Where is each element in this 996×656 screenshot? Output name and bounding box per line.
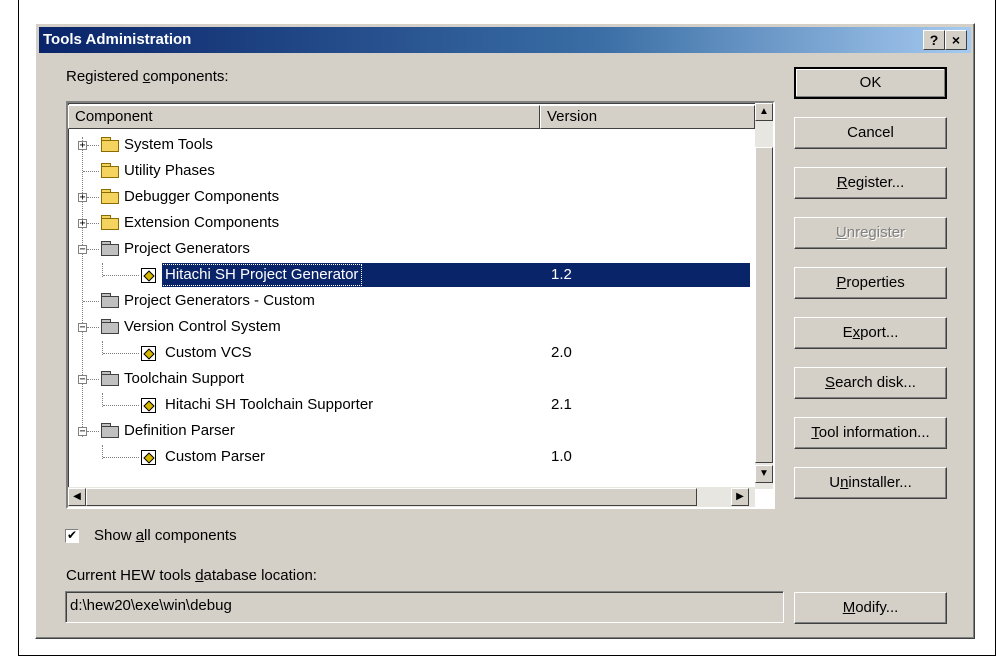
tree-row-project-generators-custom[interactable]: Project Generators - Custom (70, 289, 750, 314)
folder-closed-icon (101, 293, 119, 308)
component-name: Project Generators - Custom (124, 292, 315, 309)
export-button[interactable]: Export... (794, 317, 947, 349)
tree-line (103, 275, 139, 277)
expand-plus-icon[interactable]: + (78, 193, 87, 203)
component-version: 1.2 (551, 266, 572, 283)
scroll-right-icon[interactable]: ▶ (731, 488, 749, 506)
component-name: Debugger Components (124, 188, 280, 205)
column-header-version[interactable]: Version (540, 105, 755, 129)
component-icon (141, 268, 156, 283)
tree-row-toolchain-support[interactable]: − Toolchain Support (70, 367, 750, 392)
tree-line (83, 301, 99, 303)
collapse-minus-icon[interactable]: − (78, 427, 87, 437)
unregister-button: Unregister (794, 217, 947, 249)
component-name: Custom Parser (165, 448, 266, 465)
uninstaller-button[interactable]: Uninstaller... (794, 467, 947, 499)
component-version: 2.0 (551, 344, 572, 361)
dialog-title: Tools Administration (43, 31, 192, 48)
tree-line (87, 223, 99, 225)
tree-row-extension-components[interactable]: + Extension Components (70, 211, 750, 236)
tree-row-custom-vcs[interactable]: Custom VCS 2.0 (70, 341, 750, 366)
component-name: Utility Phases (124, 162, 215, 179)
column-header-component[interactable]: Component (68, 105, 540, 129)
folder-closed-icon (101, 189, 119, 204)
tree-row-hitachi-sh-project-generator[interactable]: Hitachi SH Project Generator 1.2 (70, 263, 750, 288)
tree-line (87, 249, 99, 251)
components-listview[interactable]: Component Version + System Tools Utility… (66, 101, 775, 509)
search-disk-button[interactable]: Search disk... (794, 367, 947, 399)
tree-rows: + System Tools Utility Phases + Debugger… (70, 131, 757, 486)
component-version: 2.1 (551, 396, 572, 413)
tree-line (87, 145, 99, 147)
tree-line (87, 197, 99, 199)
component-icon (141, 450, 156, 465)
registered-components-label: Registered components: (66, 68, 229, 85)
expand-plus-icon[interactable]: + (78, 141, 87, 151)
collapse-minus-icon[interactable]: − (78, 375, 87, 385)
show-all-components-label[interactable]: Show all components (94, 527, 237, 544)
tree-row-version-control-system[interactable]: − Version Control System (70, 315, 750, 340)
tree-line (103, 353, 139, 355)
horizontal-scroll-thumb[interactable] (86, 488, 697, 506)
vertical-scroll-thumb[interactable] (755, 147, 773, 463)
folder-closed-icon (101, 215, 119, 230)
collapse-minus-icon[interactable]: − (78, 245, 87, 255)
tree-row-custom-parser[interactable]: Custom Parser 1.0 (70, 445, 750, 470)
component-icon (141, 398, 156, 413)
scroll-left-icon[interactable]: ◀ (68, 488, 86, 506)
component-name: Definition Parser (124, 422, 235, 439)
title-bar: Tools Administration ? × (39, 27, 971, 53)
tree-line (87, 431, 99, 433)
component-name: System Tools (124, 136, 213, 153)
collapse-minus-icon[interactable]: − (78, 323, 87, 333)
tree-row-definition-parser[interactable]: − Definition Parser (70, 419, 750, 444)
tree-row-system-tools[interactable]: + System Tools (70, 133, 750, 158)
close-button[interactable]: × (945, 30, 967, 50)
tree-row-debugger-components[interactable]: + Debugger Components (70, 185, 750, 210)
vertical-scrollbar[interactable]: ▲ ▼ (755, 103, 773, 489)
scroll-down-icon[interactable]: ▼ (755, 465, 773, 483)
tree-line (87, 379, 99, 381)
folder-open-icon (101, 241, 119, 256)
tree-row-hitachi-sh-toolchain-supporter[interactable]: Hitachi SH Toolchain Supporter 2.1 (70, 393, 750, 418)
component-name: Version Control System (124, 318, 281, 335)
component-name: Project Generators (124, 240, 250, 257)
horizontal-scrollbar[interactable]: ◀ ▶ (68, 487, 755, 507)
expand-plus-icon[interactable]: + (78, 219, 87, 229)
tree-row-utility-phases[interactable]: Utility Phases (70, 159, 750, 184)
ok-button[interactable]: OK (794, 67, 947, 99)
tree-row-project-generators[interactable]: − Project Generators (70, 237, 750, 262)
database-location-field: d:\hew20\exe\win\debug (65, 591, 784, 623)
properties-button[interactable]: Properties (794, 267, 947, 299)
folder-closed-icon (101, 137, 119, 152)
tree-line (103, 457, 139, 459)
tool-information-button[interactable]: Tool information... (794, 417, 947, 449)
cancel-button[interactable]: Cancel (794, 117, 947, 149)
folder-open-icon (101, 319, 119, 334)
modify-button[interactable]: Modify... (794, 592, 947, 624)
component-name: Hitachi SH Project Generator (160, 264, 363, 286)
component-name: Hitachi SH Toolchain Supporter (165, 396, 374, 413)
register-button[interactable]: Register... (794, 167, 947, 199)
component-version: 1.0 (551, 448, 572, 465)
show-all-components-checkbox[interactable]: ✔ (65, 529, 79, 543)
component-icon (141, 346, 156, 361)
database-location-label: Current HEW tools database location: (66, 567, 317, 584)
tree-line (83, 171, 99, 173)
component-name: Toolchain Support (124, 370, 245, 387)
scroll-up-icon[interactable]: ▲ (755, 103, 773, 121)
folder-open-icon (101, 371, 119, 386)
component-name: Extension Components (124, 214, 280, 231)
folder-open-icon (101, 423, 119, 438)
tree-line (87, 327, 99, 329)
help-button[interactable]: ? (923, 30, 945, 50)
tree-line (103, 405, 139, 407)
component-name: Custom VCS (165, 344, 252, 361)
folder-closed-icon (101, 163, 119, 178)
